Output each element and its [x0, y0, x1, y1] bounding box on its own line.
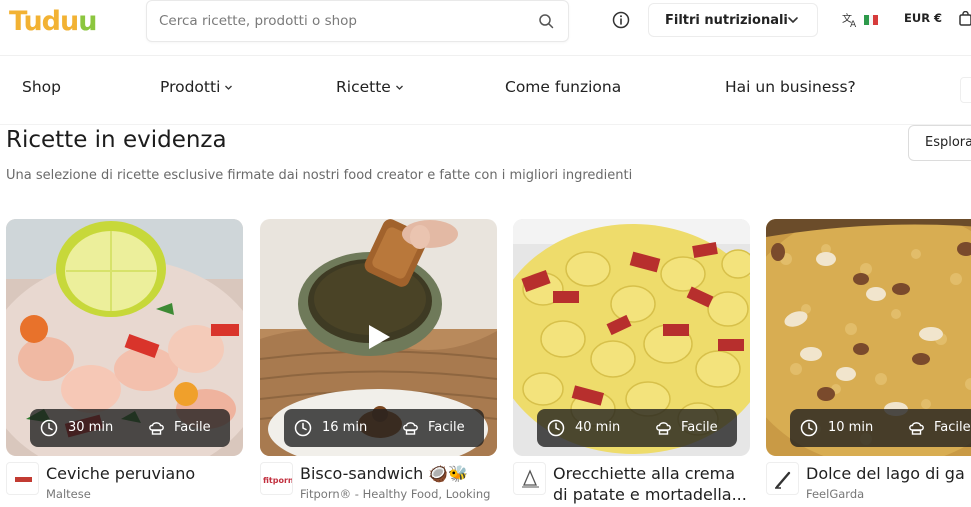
info-icon[interactable] — [612, 11, 630, 29]
recipe-image[interactable]: 30 min Facile — [6, 219, 243, 456]
nav-item-label: Shop — [22, 78, 61, 96]
recipe-time: 10 min — [828, 420, 874, 435]
recipe-difficulty: Facile — [428, 420, 465, 435]
recipe-image[interactable]: 10 min Facile — [766, 219, 971, 456]
clock-icon — [40, 419, 58, 437]
header-divider — [0, 55, 971, 56]
cart-icon[interactable] — [958, 11, 971, 27]
recipe-info-badge: 40 min Facile — [537, 409, 737, 447]
chef-hat-icon — [656, 422, 671, 435]
clock-icon — [800, 419, 818, 437]
search-box[interactable] — [146, 0, 569, 42]
italy-flag-icon — [864, 15, 879, 25]
chef-hat-icon — [909, 422, 924, 435]
nav-item-label: Come funziona — [505, 78, 622, 96]
nav-item-label: Ricette — [336, 78, 391, 96]
creator-logo[interactable] — [513, 462, 546, 495]
explore-button[interactable]: Esplora — [908, 125, 971, 161]
clock-icon — [547, 419, 565, 437]
nav-extra-button[interactable] — [960, 77, 971, 103]
recipe-info-badge: 30 min Facile — [30, 409, 230, 447]
nav-item-label: Hai un business? — [725, 78, 856, 96]
creator-logo[interactable]: fitporn — [260, 462, 293, 495]
play-icon[interactable] — [365, 322, 393, 352]
recipe-card[interactable]: 40 min Facile Orecchiette alla crema di … — [513, 219, 750, 507]
nav-item-label: Prodotti — [160, 78, 221, 96]
recipe-difficulty: Facile — [174, 420, 211, 435]
recipe-info-badge: 16 min Facile — [284, 409, 484, 447]
section-subtitle: Una selezione di ricette esclusive firma… — [6, 168, 633, 183]
recipe-author[interactable]: FeelGarda — [806, 487, 864, 501]
creator-logo[interactable] — [766, 462, 799, 495]
section-title: Ricette in evidenza — [6, 127, 227, 153]
nutrition-filters-button[interactable]: Filtri nutrizionali — [648, 3, 818, 37]
logo-text-accent: u — [78, 5, 97, 37]
recipe-author[interactable]: Fitporn® - Healthy Food, Looking — [300, 487, 490, 501]
currency-selector[interactable]: EUR € — [904, 11, 942, 25]
recipe-author[interactable]: Maltese — [46, 487, 91, 501]
recipe-difficulty: Facile — [681, 420, 718, 435]
recipe-time: 40 min — [575, 420, 621, 435]
nav-item-shop[interactable]: Shop — [22, 78, 61, 96]
nav-divider — [0, 124, 971, 125]
svg-text:fitporn: fitporn — [263, 476, 293, 485]
svg-text:A: A — [850, 20, 857, 28]
recipe-title[interactable]: Ceviche peruviano — [46, 464, 195, 484]
recipe-title[interactable]: Orecchiette alla crema — [553, 464, 735, 484]
recipe-image[interactable]: 16 min Facile — [260, 219, 497, 456]
chevron-down-icon — [788, 17, 798, 23]
recipe-card[interactable]: 10 min Facile Dolce del lago di ga FeelG… — [766, 219, 971, 507]
recipe-time: 30 min — [68, 420, 114, 435]
top-bar: Tuduu Filtri nutrizionali 文 A EUR € — [0, 0, 971, 48]
logo-text-main: Tudu — [9, 5, 79, 37]
recipe-title-line2[interactable]: di patate e mortadella... — [553, 485, 747, 504]
nav-item-hai-un-business[interactable]: Hai un business? — [725, 78, 856, 96]
language-selector[interactable]: 文 A — [842, 11, 882, 29]
chevron-down-icon — [225, 85, 233, 90]
chef-hat-icon — [403, 422, 418, 435]
recipe-info-badge: 10 min Facile — [790, 409, 971, 447]
translate-icon: 文 A — [842, 12, 857, 28]
main-nav: Shop Prodotti Ricette Come funziona Hai … — [0, 78, 971, 102]
chef-hat-icon — [149, 422, 164, 435]
clock-icon — [294, 419, 312, 437]
recipe-title[interactable]: Dolce del lago di ga — [806, 464, 965, 484]
nav-item-come-funziona[interactable]: Come funziona — [505, 78, 621, 96]
recipe-card[interactable]: 30 min Facile Ceviche peruviano Maltese — [6, 219, 243, 507]
creator-logo[interactable] — [6, 462, 39, 495]
recipe-title[interactable]: Bisco-sandwich 🥥🐝 — [300, 464, 468, 484]
search-input[interactable] — [159, 10, 519, 32]
nav-item-prodotti[interactable]: Prodotti — [160, 78, 233, 96]
recipe-card[interactable]: 16 min Facile fitporn Bisco-sandwich 🥥🐝 … — [260, 219, 497, 507]
tuduu-logo[interactable]: Tudu u — [9, 2, 97, 40]
recipe-image[interactable]: 40 min Facile — [513, 219, 750, 456]
chevron-down-icon — [395, 85, 403, 90]
recipe-difficulty: Facile — [934, 420, 971, 435]
nav-item-ricette[interactable]: Ricette — [336, 78, 404, 96]
search-icon[interactable] — [538, 13, 554, 29]
nutrition-filters-label: Filtri nutrizionali — [665, 12, 788, 28]
recipe-time: 16 min — [322, 420, 368, 435]
